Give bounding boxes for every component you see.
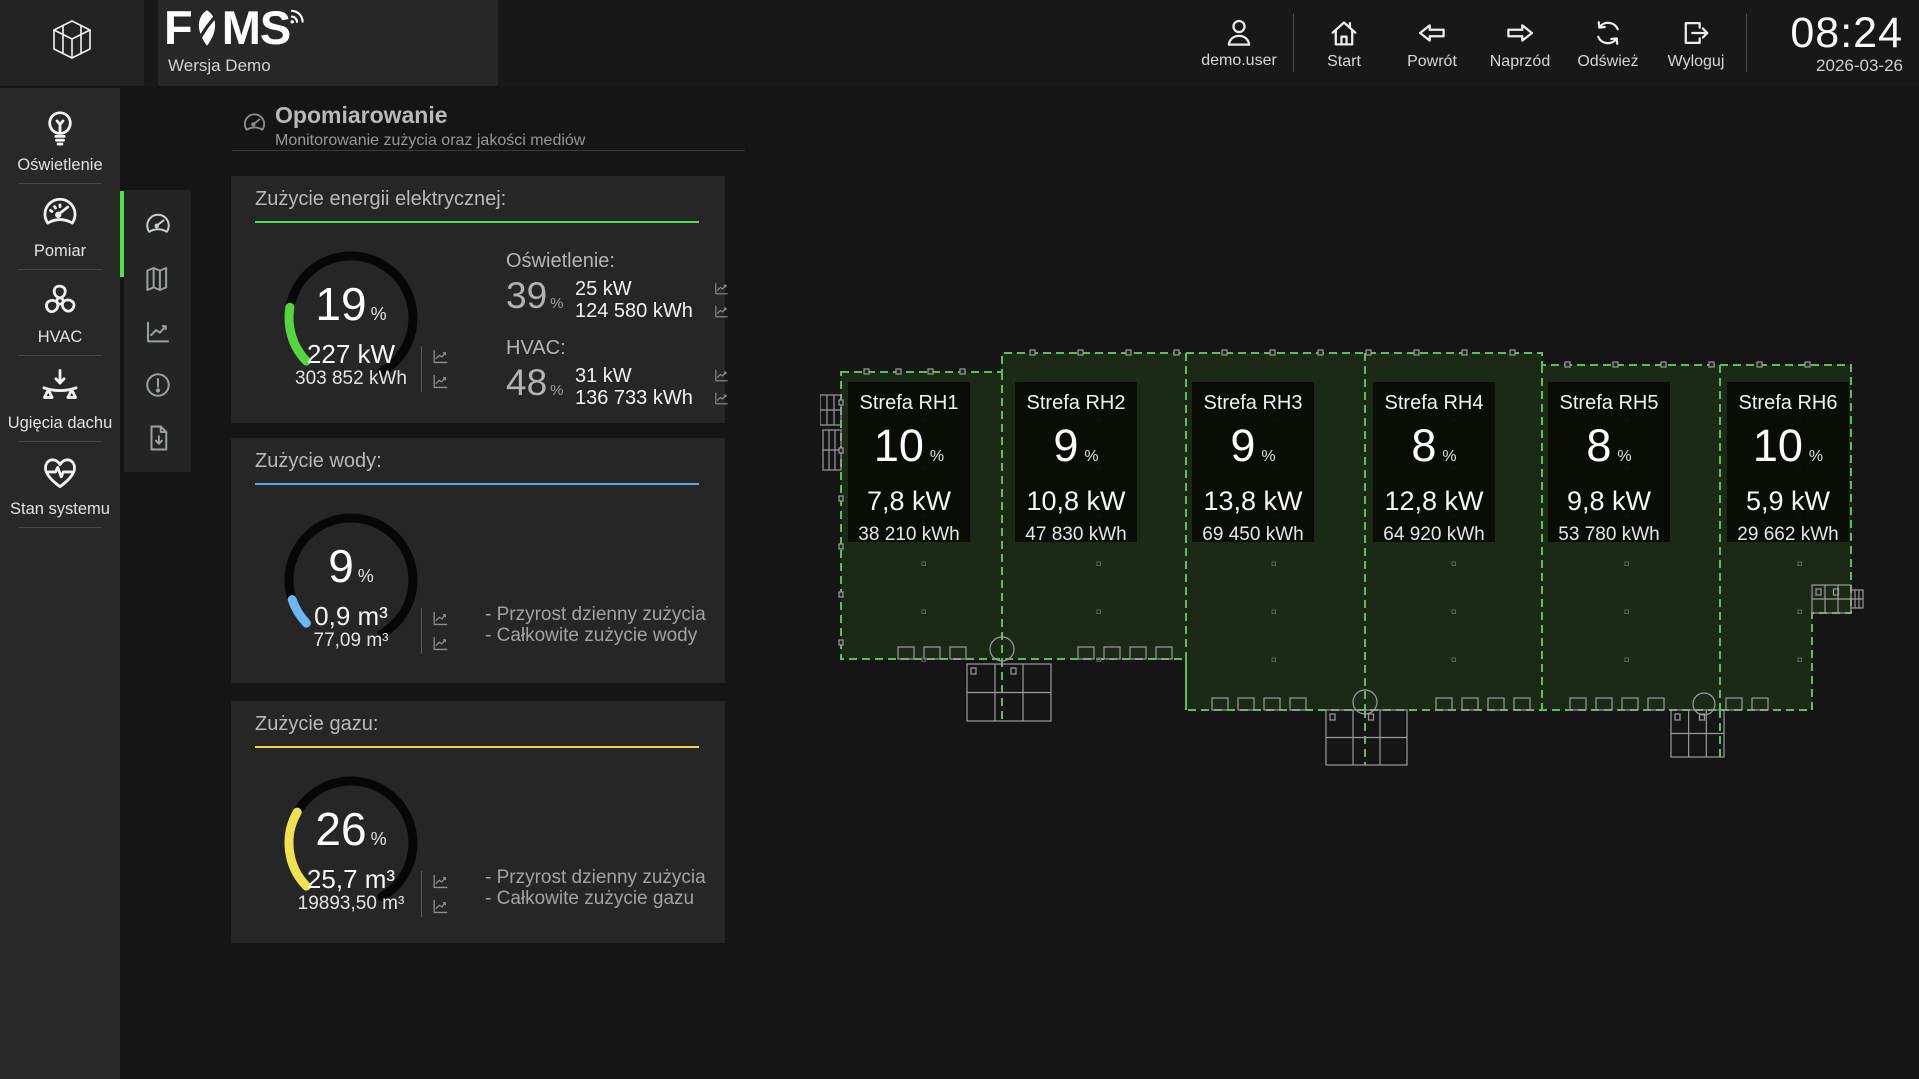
user-name: demo.user: [1201, 52, 1277, 70]
roof-deflection-icon: [39, 366, 81, 408]
card-accent-rule: [255, 483, 699, 485]
map-view-button[interactable]: [143, 264, 173, 294]
view-toolbar: [124, 190, 191, 472]
chart-link-icon[interactable]: [431, 372, 450, 391]
card-title: Zużycie gazu:: [255, 713, 378, 736]
sub-row-hvac: 48% 31 kW 136 733 kWh: [506, 363, 720, 411]
page-gauge-icon: [241, 111, 268, 138]
time-display: 08:24: [1761, 11, 1903, 55]
gauge-icon: [39, 194, 81, 236]
chart-link-icon[interactable]: [431, 897, 450, 916]
charts-view-button[interactable]: [143, 317, 173, 347]
floorplan: [820, 340, 1880, 790]
refresh-icon: [1591, 16, 1625, 50]
version-label: Wersja Demo: [168, 56, 271, 76]
sidebar-item-hvac[interactable]: HVAC: [0, 270, 120, 356]
gas-percent: 26%: [279, 805, 423, 863]
divider: [421, 346, 422, 392]
sub-label-hvac: HVAC:: [506, 337, 720, 360]
chart-link-icon[interactable]: [713, 303, 730, 320]
card-water: Zużycie wody: 9% 0,9 m³ 77,09 m³ - Przyr…: [231, 438, 725, 683]
company-logo[interactable]: [0, 0, 144, 86]
forward-button[interactable]: Naprzód: [1476, 16, 1564, 71]
fan-icon: [39, 280, 81, 322]
topbar-actions: demo.user Start: [1191, 0, 1919, 86]
zone-rh1[interactable]: Strefa RH1 10% 7,8 kW 38 210 kWh: [848, 382, 970, 542]
divider: [421, 608, 422, 654]
zone-rh6[interactable]: Strefa RH6 10% 5,9 kW 29 662 kWh: [1727, 382, 1849, 542]
clock: 08:24 2026-03-26: [1761, 11, 1903, 76]
brand-letters-ms: MS: [222, 2, 291, 54]
chart-link-icon[interactable]: [431, 872, 450, 891]
energy-power: 227 kW: [279, 341, 423, 368]
chart-link-icon[interactable]: [431, 609, 450, 628]
card-title: Zużycie energii elektrycznej:: [255, 188, 506, 211]
gas-legend: - Przyrost dzienny zużycia - Całkowite z…: [485, 867, 706, 909]
card-gas: Zużycie gazu: 26% 25,7 m³ 19893,50 m³ - …: [231, 701, 725, 943]
arrow-left-icon: [1415, 16, 1449, 50]
card-title: Zużycie wody:: [255, 450, 382, 473]
water-daily: 0,9 m³: [279, 603, 423, 630]
metering-view-button[interactable]: [143, 211, 173, 241]
header-divider: [232, 150, 745, 151]
zone-rh2[interactable]: Strefa RH2 9% 10,8 kW 47 830 kWh: [1015, 382, 1137, 542]
chart-link-icon[interactable]: [431, 347, 450, 366]
heart-pulse-icon: [39, 452, 81, 494]
gas-daily: 25,7 m³: [279, 866, 423, 893]
topbar-separator: [1293, 14, 1294, 72]
building-logo-icon: [44, 15, 100, 71]
energy-percent: 19%: [279, 280, 423, 338]
home-icon: [1327, 16, 1361, 50]
user-icon: [1222, 16, 1256, 50]
sidebar-item-pomiar[interactable]: Pomiar: [0, 184, 120, 270]
chart-link-icon[interactable]: [713, 280, 730, 297]
foms-logo: F MS: [164, 2, 310, 54]
zone-rh4[interactable]: Strefa RH4 8% 12,8 kW 64 920 kWh: [1373, 382, 1495, 542]
start-button[interactable]: Start: [1300, 16, 1388, 71]
topbar: F MS Wersja Demo: [0, 0, 1919, 86]
sidebar-item-stan-systemu[interactable]: Stan systemu: [0, 442, 120, 528]
water-percent: 9%: [279, 542, 423, 600]
card-electric-energy: Zużycie energii elektrycznej: 19% 227 kW…: [231, 176, 725, 423]
chart-link-icon[interactable]: [431, 634, 450, 653]
water-total: 77,09 m³: [279, 631, 423, 651]
card-accent-rule: [255, 221, 699, 223]
divider: [421, 871, 422, 917]
chart-link-icon[interactable]: [713, 367, 730, 384]
date-display: 2026-03-26: [1761, 56, 1903, 76]
card-accent-rule: [255, 746, 699, 748]
gas-total: 19893,50 m³: [279, 894, 423, 914]
topbar-separator: [1746, 14, 1747, 72]
sub-label-lighting: Oświetlenie:: [506, 250, 720, 273]
zone-rh5[interactable]: Strefa RH5 8% 9,8 kW 53 780 kWh: [1548, 382, 1670, 542]
signal-icon: [288, 6, 308, 26]
arrow-right-icon: [1503, 16, 1537, 50]
alerts-view-button[interactable]: [143, 370, 173, 400]
bulb-icon: [39, 108, 81, 150]
app-window: F MS Wersja Demo: [0, 0, 1919, 1079]
user-menu[interactable]: demo.user: [1191, 16, 1287, 70]
sidebar: Oświetlenie Pomiar: [0, 88, 120, 1079]
page-title: Opomiarowanie: [275, 102, 448, 129]
sub-row-lighting: 39% 25 kW 124 580 kWh: [506, 276, 720, 324]
logout-button[interactable]: Wyloguj: [1652, 16, 1740, 71]
sidebar-item-oswietlenie[interactable]: Oświetlenie: [0, 98, 120, 184]
sidebar-item-ugiecia-dachu[interactable]: Ugięcia dachu: [0, 356, 120, 442]
water-legend: - Przyrost dzienny zużycia - Całkowite z…: [485, 604, 706, 646]
logout-icon: [1679, 16, 1713, 50]
energy-total: 303 852 kWh: [279, 369, 423, 389]
leaf-icon: [193, 8, 221, 48]
back-button[interactable]: Powrót: [1388, 16, 1476, 71]
refresh-button[interactable]: Odśwież: [1564, 16, 1652, 71]
page-subtitle: Monitorowanie zużycia oraz jakości medió…: [275, 132, 585, 150]
report-export-button[interactable]: [143, 423, 173, 453]
brand: F MS Wersja Demo: [158, 0, 498, 86]
chart-link-icon[interactable]: [713, 390, 730, 407]
zone-rh3[interactable]: Strefa RH3 9% 13,8 kW 69 450 kWh: [1192, 382, 1314, 542]
brand-letter-f: F: [164, 2, 192, 54]
